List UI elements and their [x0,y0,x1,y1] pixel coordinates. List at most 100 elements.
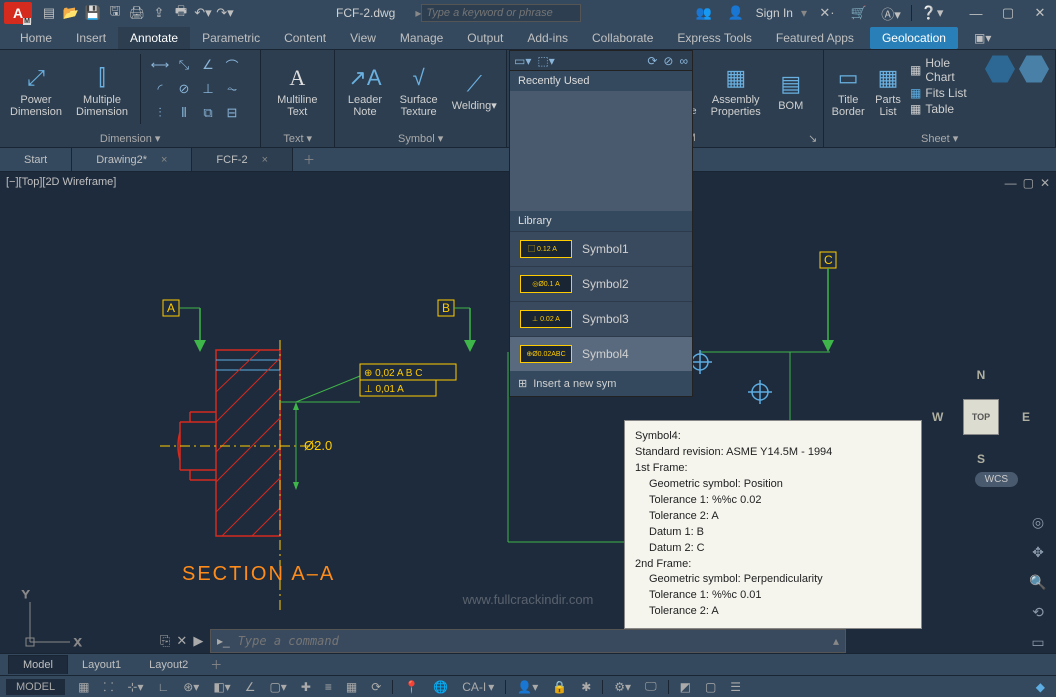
ws-icon[interactable]: ⚙▾ [609,680,636,694]
dd-tool4-icon[interactable]: ⊘ [663,54,673,68]
tab-annotate[interactable]: Annotate [118,27,190,49]
dd-footer[interactable]: ⊞Insert a new sym [510,371,692,396]
radius-dim-icon[interactable]: ◜ [149,78,171,100]
vp-close-icon[interactable]: ✕ [1040,176,1050,190]
doc-tab-fcf2[interactable]: FCF-2× [192,148,293,171]
layout-tab-2[interactable]: Layout2 [135,656,202,674]
trans-icon[interactable]: ▦ [341,680,362,694]
tab-express[interactable]: Express Tools [665,27,763,49]
cmd-recent-icon[interactable]: ⎘ [160,633,170,649]
tab-view[interactable]: View [338,27,388,49]
break-dim-icon[interactable]: ⊟ [221,102,243,124]
cmd-expand-icon[interactable]: ▴ [833,634,839,648]
tab-collaborate[interactable]: Collaborate [580,27,665,49]
otrack-icon[interactable]: ▢▾ [264,680,291,694]
linear-dim-icon[interactable]: ⟷ [149,54,171,76]
orbit-icon[interactable]: ⟲ [1028,602,1048,622]
status-model[interactable]: MODEL [6,679,65,695]
print-icon[interactable]: 🖶 [172,4,190,22]
wcs-badge[interactable]: WCS [975,472,1018,487]
jogged-dim-icon[interactable]: ⏦ [221,78,243,100]
hex-icon-1[interactable] [985,54,1015,84]
viewcube[interactable]: N S W E TOP [936,372,1026,462]
tray-icon[interactable]: ◆ [1031,680,1050,694]
polar-icon[interactable]: ⊛▾ [178,680,204,694]
hex-icon-2[interactable] [1019,54,1049,84]
title-border-button[interactable]: ▭ Title Border [830,54,866,126]
aligned-dim-icon[interactable]: ⤡ [173,54,195,76]
chain-dim-icon[interactable]: ⧉ [197,102,219,124]
panel-title-symbol[interactable]: Symbol ▾ [341,129,500,147]
table-button[interactable]: ▦Table [910,102,969,116]
ordinate-dim-icon[interactable]: ⊥ [197,78,219,100]
panel-title-text[interactable]: Text ▾ [267,129,328,147]
viewcube-top[interactable]: TOP [963,399,999,435]
pan-icon[interactable]: ✥ [1028,542,1048,562]
dd-tool5-icon[interactable]: ∞ [679,54,688,68]
ortho-icon[interactable]: ∟ [153,680,175,694]
doc-tab-start[interactable]: Start [0,148,72,171]
undo-icon[interactable]: ↶▾ [194,4,212,22]
tab-parametric[interactable]: Parametric [190,27,272,49]
vp-min-icon[interactable]: — [1005,176,1017,190]
add-tab-button[interactable]: ＋ [293,151,325,168]
lwt-icon[interactable]: ≡ [320,680,337,694]
tab-geolocation[interactable]: Geolocation [870,27,958,49]
osnap-icon[interactable]: ∠ [240,680,261,694]
multiline-text-button[interactable]: A Multiline Text [267,54,327,126]
bom-button[interactable]: ▤ BOM [771,54,811,126]
exchange-icon[interactable]: ✕· [818,4,836,22]
tab-insert[interactable]: Insert [64,27,118,49]
dd-item-symbol2[interactable]: ◎Ø0.1 ASymbol2 [510,266,692,301]
tab-content[interactable]: Content [272,27,338,49]
cmd-close-icon[interactable]: ✕ [176,633,187,649]
help-icon[interactable]: ❔▾ [923,4,941,22]
save-icon[interactable]: 💾 [84,4,102,22]
app-logo[interactable]: A [4,2,32,24]
assembly-props-button[interactable]: ▦ Assembly Properties [707,54,765,126]
maximize-icon[interactable]: ▢ [999,4,1017,22]
tab-addins[interactable]: Add-ins [515,27,580,49]
share-icon[interactable]: ⇪ [150,4,168,22]
sign-in-link[interactable]: Sign In [756,6,793,20]
standard-badge[interactable]: CA-I▾ [457,680,499,694]
collab-icon[interactable]: 👥 [695,4,713,22]
panel-title-dimension[interactable]: Dimension ▾ [6,129,254,147]
power-dimension-button[interactable]: ⤢ Power Dimension [6,54,66,126]
dd-tool2-icon[interactable]: ⬚▾ [537,54,554,68]
globe-icon[interactable]: 🌐 [428,680,453,694]
fits-list-button[interactable]: ▦Fits List [910,86,969,100]
close-tab-icon[interactable]: × [262,154,268,166]
layout-tab-model[interactable]: Model [8,655,68,674]
cycle-icon[interactable]: ⟳ [366,680,386,694]
tab-options-icon[interactable]: ▣▾ [962,27,1003,49]
dd-tool3-icon[interactable]: ⟳ [647,54,657,68]
angular-dim-icon[interactable]: ∠ [197,54,219,76]
hole-chart-button[interactable]: ▦Hole Chart [910,56,969,84]
nav-wheel-icon[interactable]: ◎ [1028,512,1048,532]
saveas-icon[interactable]: 🖫 [106,4,124,22]
plot-icon[interactable]: 🖨 [128,4,146,22]
multiple-dimension-button[interactable]: ⫿ Multiple Dimension [72,54,132,126]
leader-note-button[interactable]: ↗A Leader Note [341,54,389,126]
snap-icon[interactable]: ⸬ [98,678,118,695]
dd-item-symbol3[interactable]: ⊥ 0.02 ASymbol3 [510,301,692,336]
close-icon[interactable]: ✕ [1031,4,1049,22]
parts-list-button[interactable]: ▦ Parts List [872,54,904,126]
close-tab-icon[interactable]: × [161,154,167,166]
monitor-icon[interactable]: 🖵 [640,679,662,694]
tab-output[interactable]: Output [455,27,515,49]
welding-button[interactable]: ⟋ Welding▾ [448,54,500,126]
iso-icon[interactable]: ◧▾ [208,680,235,694]
baseline-dim-icon[interactable]: ⫶ [149,102,171,124]
annovisible-icon[interactable]: ✱ [576,680,596,694]
minimize-icon[interactable]: — [967,4,985,22]
doc-tab-drawing2[interactable]: Drawing2*× [72,148,192,171]
clean-icon[interactable]: ▢ [700,680,721,694]
scale-icon[interactable]: 👤▾ [512,680,543,694]
custom-icon[interactable]: ☰ [725,680,746,694]
dyn-icon[interactable]: ✚ [296,680,316,694]
cart-icon[interactable]: 🛒 [850,4,868,22]
tab-home[interactable]: Home [8,27,64,49]
hw-icon[interactable]: ◩ [675,680,696,694]
